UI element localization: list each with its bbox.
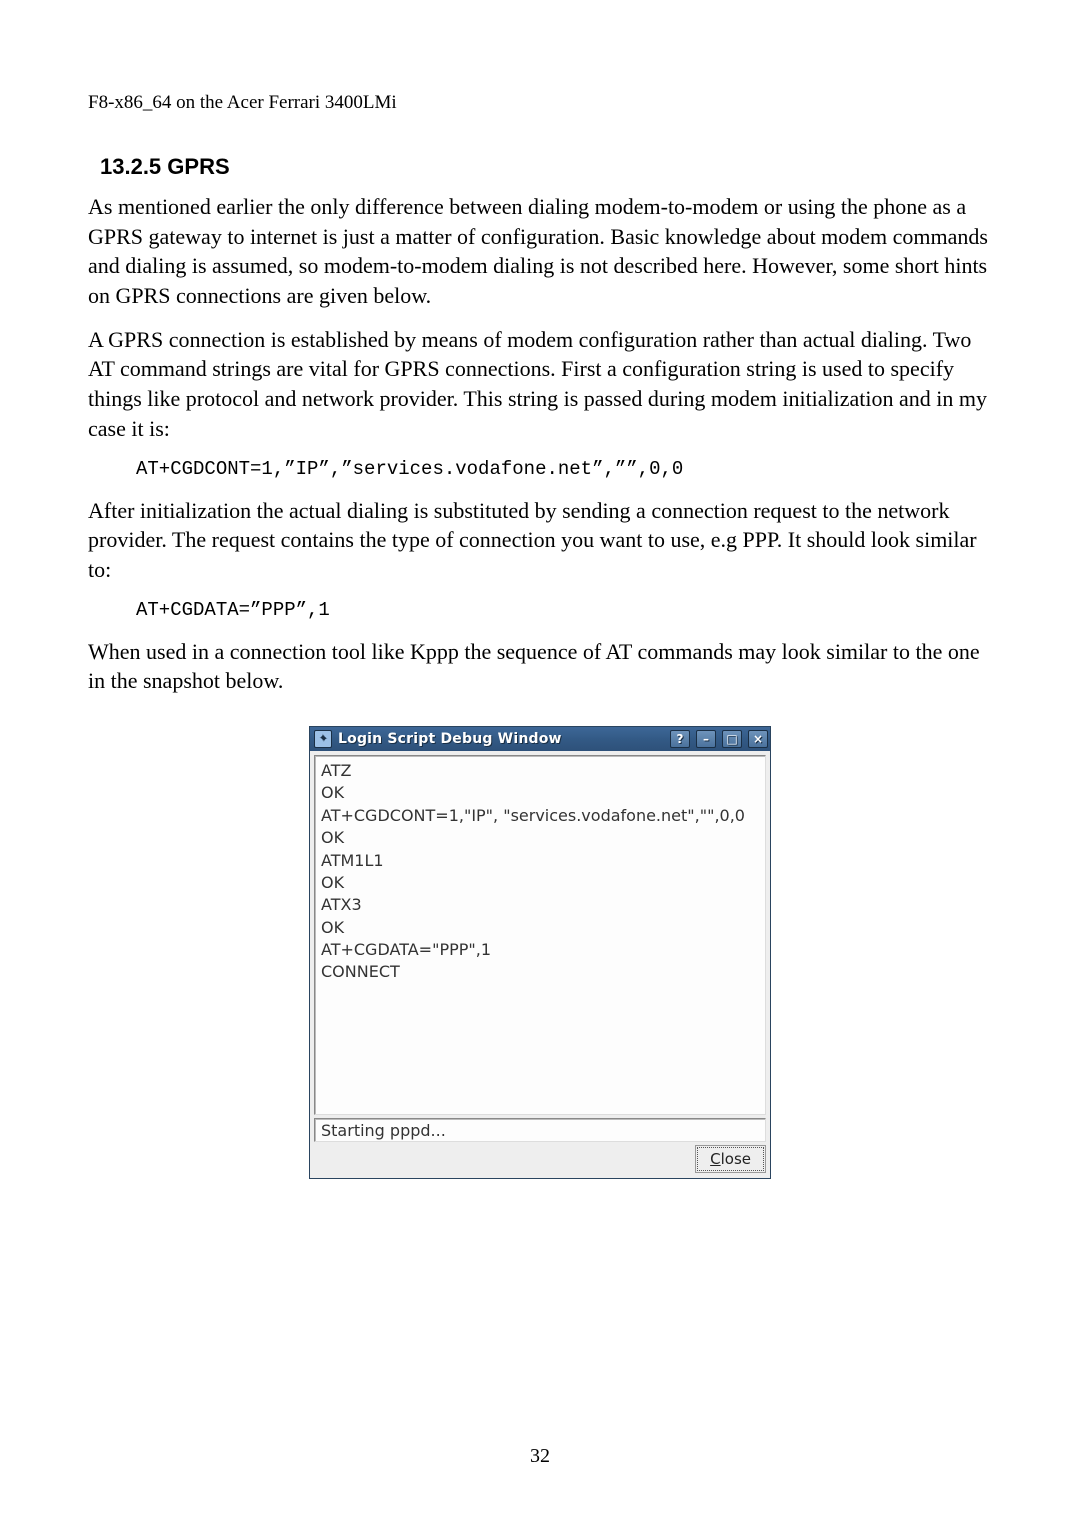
app-icon: ✦ (314, 730, 332, 748)
titlebar[interactable]: ✦ Login Script Debug Window ? – □ × (310, 727, 770, 751)
paragraph-4: When used in a connection tool like Kppp… (88, 637, 992, 696)
page-number: 32 (0, 1445, 1080, 1468)
button-row: Close (314, 1142, 766, 1174)
close-button[interactable]: Close (697, 1147, 764, 1171)
minimize-icon[interactable]: – (696, 730, 716, 748)
status-line: Starting pppd... (314, 1118, 766, 1142)
maximize-icon[interactable]: □ (722, 730, 742, 748)
help-icon[interactable]: ? (670, 730, 690, 748)
paragraph-1: As mentioned earlier the only difference… (88, 192, 992, 311)
document-page: F8-x86_64 on the Acer Ferrari 3400LMi 13… (0, 0, 1080, 1179)
embedded-screenshot: ✦ Login Script Debug Window ? – □ × ATZ … (309, 726, 771, 1179)
window-body: ATZ OK AT+CGDCONT=1,"IP", "services.voda… (310, 751, 770, 1178)
code-block-1: AT+CGDCONT=1,”IP”,”services.vodafone.net… (136, 458, 992, 480)
log-output: ATZ OK AT+CGDCONT=1,"IP", "services.voda… (314, 755, 766, 1115)
dialog-window: ✦ Login Script Debug Window ? – □ × ATZ … (309, 726, 771, 1179)
paragraph-2: A GPRS connection is established by mean… (88, 325, 992, 444)
window-title: Login Script Debug Window (338, 731, 664, 747)
close-icon[interactable]: × (748, 730, 768, 748)
running-header: F8-x86_64 on the Acer Ferrari 3400LMi (88, 92, 992, 114)
section-heading: 13.2.5 GPRS (100, 154, 992, 180)
paragraph-3: After initialization the actual dialing … (88, 496, 992, 585)
code-block-2: AT+CGDATA=”PPP”,1 (136, 599, 992, 621)
